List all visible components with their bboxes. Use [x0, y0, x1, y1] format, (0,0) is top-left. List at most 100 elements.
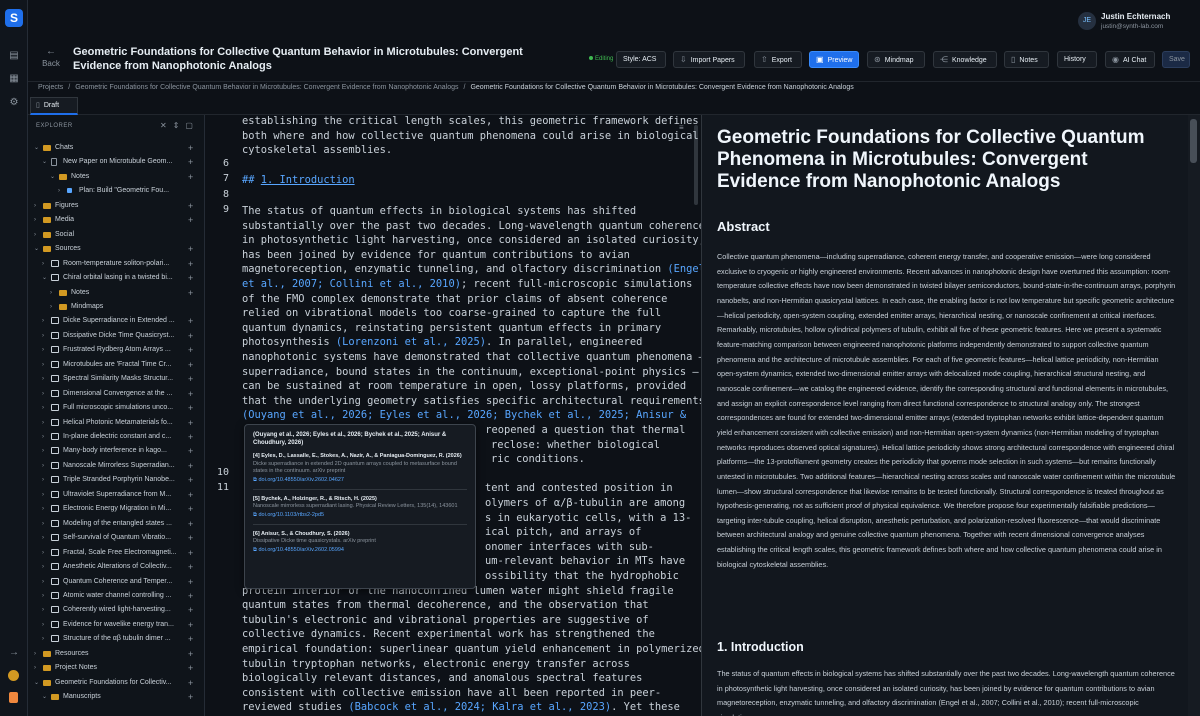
citation[interactable]: (Engel — [667, 263, 701, 275]
breadcrumb-item[interactable]: Geometric Foundations for Collective Qua… — [75, 84, 458, 91]
tree-item[interactable]: › Full microscopic simulations unco... + — [28, 401, 204, 415]
tree-item[interactable]: › Dicke Superradiance in Extended ... + — [28, 314, 204, 328]
chevron-right-icon[interactable]: › — [42, 560, 48, 574]
chevron-right-icon[interactable]: › — [42, 444, 48, 458]
markdown-editor[interactable]: ≡ establishing the critical length scale… — [205, 115, 702, 716]
add-icon[interactable]: + — [188, 141, 193, 155]
tree-item[interactable]: › Dimensional Convergence at the ... + — [28, 387, 204, 401]
tree-item[interactable]: › Social — [28, 228, 204, 242]
chevron-right-icon[interactable]: › — [42, 603, 48, 617]
add-icon[interactable]: + — [188, 589, 193, 603]
tree-item[interactable]: › Electronic Energy Migration in Mi... + — [28, 502, 204, 516]
tree-item[interactable]: ⌄ Manuscripts + — [28, 690, 204, 704]
add-icon[interactable]: + — [188, 444, 193, 458]
add-icon[interactable]: + — [188, 676, 193, 690]
chevron-right-icon[interactable]: › — [42, 618, 48, 632]
add-icon[interactable]: + — [188, 661, 193, 675]
chevron-right-icon[interactable]: › — [34, 647, 40, 661]
tree-item[interactable]: › Coherently wired light-harvesting... + — [28, 603, 204, 617]
chevron-right-icon[interactable]: › — [42, 329, 48, 343]
add-icon[interactable]: + — [188, 517, 193, 531]
tree-item[interactable]: › Evidence for wavelike energy tran... + — [28, 618, 204, 632]
chevron-down-icon[interactable]: ⌄ — [34, 676, 40, 690]
chevron-right-icon[interactable]: › — [42, 632, 48, 646]
chevron-down-icon[interactable]: ⌄ — [34, 242, 40, 256]
notes-button[interactable]: ▯ Notes — [1004, 51, 1049, 68]
add-icon[interactable]: + — [188, 531, 193, 545]
ai-chat-button[interactable]: ◉ AI Chat — [1105, 51, 1155, 68]
history-button[interactable]: History — [1057, 51, 1097, 68]
tree-item[interactable]: › Atomic water channel controlling ... + — [28, 589, 204, 603]
tree-item[interactable]: › Modeling of the entangled states ... + — [28, 517, 204, 531]
chevron-right-icon[interactable]: › — [50, 300, 56, 314]
expand-icon[interactable]: ⇕ — [173, 121, 180, 130]
chevron-right-icon[interactable]: › — [42, 416, 48, 430]
knowledge-button[interactable]: ⋲ Knowledge — [933, 51, 997, 68]
add-icon[interactable]: + — [188, 430, 193, 444]
tree-item[interactable]: › Many-body interference in kago... + — [28, 444, 204, 458]
chevron-right-icon[interactable]: › — [42, 401, 48, 415]
back-button[interactable]: ← Back — [38, 47, 64, 69]
citation[interactable]: (Ouyang et al., 2026; Eyles et al., 2026… — [242, 408, 687, 423]
tree-item[interactable]: ⌄ Sources + — [28, 242, 204, 256]
add-icon[interactable]: + — [188, 459, 193, 473]
gear-icon[interactable]: ⚙ — [8, 97, 20, 109]
chart-icon[interactable]: ▦ — [8, 73, 20, 85]
add-icon[interactable]: + — [188, 632, 193, 646]
citation[interactable]: (Babcock et al., 2024; Kalra et al., 202… — [348, 701, 611, 713]
chevron-right-icon[interactable]: › — [42, 546, 48, 560]
user-menu[interactable]: JE Justin Echternach justin@synth-lab.co… — [1078, 10, 1188, 34]
tree-item[interactable]: › Dissipative Dicke Time Quasicryst... + — [28, 329, 204, 343]
preview-pane[interactable]: Geometric Foundations for Collective Qua… — [702, 115, 1188, 716]
style-selector[interactable]: Style: ACS — [616, 51, 666, 68]
tree-item[interactable]: › Resources + — [28, 647, 204, 661]
tree-item[interactable]: ⌄ Chats + — [28, 141, 204, 155]
chevron-right-icon[interactable]: › — [42, 257, 48, 271]
add-icon[interactable]: + — [188, 329, 193, 343]
chevron-right-icon[interactable]: › — [42, 531, 48, 545]
add-icon[interactable]: + — [188, 560, 193, 574]
refresh-icon[interactable]: ▢ — [185, 121, 193, 130]
chevron-right-icon[interactable]: › — [34, 661, 40, 675]
chevron-right-icon[interactable]: › — [42, 387, 48, 401]
add-icon[interactable]: + — [188, 546, 193, 560]
tree-item[interactable]: › Triple Stranded Porphyrin Nanobe... + — [28, 473, 204, 487]
document-icon[interactable]: ▤ — [8, 50, 20, 62]
add-icon[interactable]: + — [188, 502, 193, 516]
citation[interactable]: (Lorenzoni et al., 2025) — [336, 336, 486, 348]
tree-item[interactable]: › Nanoscale Mirrorless Superradian... + — [28, 459, 204, 473]
tree-item[interactable]: › Microtubules are 'Fractal Time Cr... + — [28, 358, 204, 372]
preview-button[interactable]: ▣ Preview — [809, 51, 859, 68]
reference-doi-link[interactable]: ⧉ doi.org/10.1103/rtbs2-2pd5 — [253, 511, 467, 519]
tree-item[interactable]: › Notes + — [28, 286, 204, 300]
chevron-down-icon[interactable]: ⌄ — [50, 170, 56, 184]
tree-item[interactable]: ⌄ Geometric Foundations for Collectiv... + — [28, 676, 204, 690]
chevron-right-icon[interactable]: › — [42, 372, 48, 386]
collapse-icon[interactable]: ✕ — [160, 121, 167, 130]
add-icon[interactable]: + — [188, 286, 193, 300]
chevron-down-icon[interactable]: ⌄ — [34, 141, 40, 155]
tree-item[interactable]: › Plan: Build "Geometric Fou... — [28, 184, 204, 198]
add-icon[interactable]: + — [188, 575, 193, 589]
chevron-right-icon[interactable]: › — [42, 575, 48, 589]
add-icon[interactable]: + — [188, 372, 193, 386]
chevron-right-icon[interactable]: › — [42, 430, 48, 444]
tree-item[interactable]: › Anesthetic Alterations of Collectiv... + — [28, 560, 204, 574]
bookmark-icon[interactable] — [9, 692, 18, 703]
mindmap-button[interactable]: ⊛ Mindmap — [867, 51, 925, 68]
chevron-right-icon[interactable]: › — [42, 589, 48, 603]
add-icon[interactable]: + — [188, 387, 193, 401]
tree-item[interactable]: › Quantum Coherence and Temper... + — [28, 575, 204, 589]
import-papers-button[interactable]: ⇩ Import Papers — [673, 51, 745, 68]
chevron-right-icon[interactable]: › — [42, 488, 48, 502]
breadcrumb-item[interactable]: Projects — [38, 84, 63, 91]
tree-item[interactable]: › Fractal, Scale Free Electromagneti... + — [28, 546, 204, 560]
tree-item[interactable]: › Structure of the αβ tubulin dimer ... + — [28, 632, 204, 646]
add-icon[interactable]: + — [188, 257, 193, 271]
chevron-right-icon[interactable]: › — [42, 459, 48, 473]
add-icon[interactable]: + — [188, 213, 193, 227]
add-icon[interactable]: + — [188, 618, 193, 632]
add-icon[interactable]: + — [188, 271, 193, 285]
chevron-down-icon[interactable]: ⌄ — [42, 690, 48, 704]
tree-item[interactable]: › Helical Photonic Metamaterials fo... + — [28, 416, 204, 430]
